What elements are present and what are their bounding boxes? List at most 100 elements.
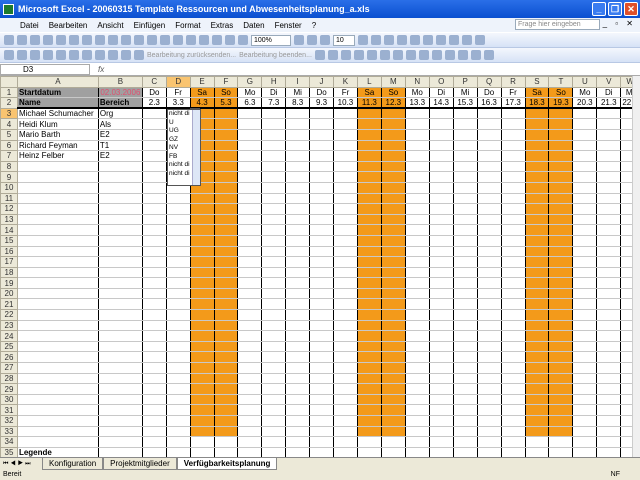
availability-cell[interactable]: [165, 298, 191, 311]
availability-cell[interactable]: [356, 139, 382, 152]
availability-cell[interactable]: [309, 118, 334, 130]
availability-cell[interactable]: [548, 118, 574, 130]
availability-cell[interactable]: [572, 234, 598, 247]
availability-cell[interactable]: [213, 383, 239, 395]
row-header-12[interactable]: 12: [0, 203, 18, 215]
toolbar-icon[interactable]: [475, 35, 485, 45]
cell[interactable]: [16, 436, 99, 448]
availability-cell[interactable]: [476, 139, 502, 152]
availability-cell[interactable]: [309, 415, 334, 427]
availability-cell[interactable]: [476, 150, 502, 162]
availability-cell[interactable]: [285, 150, 311, 162]
availability-cell[interactable]: [404, 139, 430, 152]
availability-cell[interactable]: [189, 393, 215, 406]
availability-cell[interactable]: [548, 404, 574, 416]
availability-cell[interactable]: [285, 171, 311, 183]
availability-cell[interactable]: [452, 118, 478, 130]
toolbar-icon[interactable]: [212, 35, 222, 45]
availability-cell[interactable]: [596, 351, 622, 364]
toolbar-icon[interactable]: [43, 50, 53, 60]
availability-cell[interactable]: [572, 330, 598, 342]
availability-cell[interactable]: [285, 224, 311, 236]
availability-cell[interactable]: [548, 415, 574, 427]
availability-cell[interactable]: [309, 436, 334, 448]
availability-cell[interactable]: [356, 277, 382, 289]
availability-cell[interactable]: [213, 436, 239, 448]
availability-cell[interactable]: [261, 128, 287, 141]
toolbar-icon[interactable]: [431, 50, 442, 60]
availability-cell[interactable]: [213, 213, 239, 226]
availability-cell[interactable]: [309, 128, 334, 141]
availability-cell[interactable]: [548, 309, 574, 321]
availability-cell[interactable]: [380, 128, 406, 141]
availability-cell[interactable]: [428, 160, 454, 173]
availability-cell[interactable]: [452, 383, 478, 395]
availability-cell[interactable]: [428, 383, 454, 395]
availability-cell[interactable]: [572, 425, 598, 438]
availability-cell[interactable]: [524, 393, 550, 406]
availability-cell[interactable]: [285, 181, 311, 194]
availability-cell[interactable]: [428, 415, 454, 427]
availability-cell[interactable]: [261, 425, 287, 438]
availability-cell[interactable]: [428, 234, 454, 247]
availability-cell[interactable]: [141, 351, 167, 364]
toolbar-icon[interactable]: [470, 50, 481, 60]
row-header-30[interactable]: 30: [0, 393, 18, 406]
person-name-cell[interactable]: Heinz Felber: [16, 150, 99, 162]
availability-cell[interactable]: [261, 266, 287, 279]
sheet-tab-1[interactable]: Projektmitglieder: [103, 458, 177, 470]
availability-cell[interactable]: [237, 340, 263, 353]
availability-cell[interactable]: [428, 362, 454, 374]
toolbar-icon[interactable]: [108, 35, 118, 45]
availability-cell[interactable]: [356, 436, 382, 448]
availability-cell[interactable]: [237, 150, 263, 162]
availability-cell[interactable]: [524, 404, 550, 416]
availability-cell[interactable]: [285, 404, 311, 416]
availability-cell[interactable]: [428, 351, 454, 364]
row-header-11[interactable]: 11: [0, 192, 18, 205]
toolbar-icon[interactable]: [147, 35, 157, 45]
availability-cell[interactable]: [189, 192, 215, 205]
toolbar-icon[interactable]: [199, 35, 209, 45]
availability-cell[interactable]: [333, 171, 358, 183]
availability-cell[interactable]: [261, 277, 287, 289]
column-header-J[interactable]: J: [309, 76, 334, 88]
availability-cell[interactable]: [333, 234, 358, 247]
availability-cell[interactable]: [213, 224, 239, 236]
vertical-scrollbar[interactable]: [632, 76, 640, 457]
availability-cell[interactable]: [524, 192, 550, 205]
availability-cell[interactable]: [165, 256, 191, 268]
availability-cell[interactable]: [165, 234, 191, 247]
availability-cell[interactable]: [356, 287, 382, 300]
availability-cell[interactable]: [333, 383, 358, 395]
availability-cell[interactable]: [404, 203, 430, 215]
availability-cell[interactable]: [596, 256, 622, 268]
availability-cell[interactable]: [500, 330, 526, 342]
availability-cell[interactable]: [309, 192, 334, 205]
availability-cell[interactable]: [380, 362, 406, 374]
availability-cell[interactable]: [404, 372, 430, 385]
availability-cell[interactable]: [141, 128, 167, 141]
availability-cell[interactable]: [452, 171, 478, 183]
availability-cell[interactable]: [404, 266, 430, 279]
availability-cell[interactable]: [333, 404, 358, 416]
toolbar-icon[interactable]: [457, 50, 468, 60]
availability-cell[interactable]: [237, 256, 263, 268]
availability-cell[interactable]: [596, 319, 622, 332]
availability-cell[interactable]: [141, 107, 167, 120]
menu-item-1[interactable]: Bearbeiten: [49, 21, 88, 30]
availability-cell[interactable]: [380, 393, 406, 406]
availability-cell[interactable]: [548, 192, 574, 205]
availability-cell[interactable]: [356, 340, 382, 353]
availability-cell[interactable]: [189, 372, 215, 385]
availability-cell[interactable]: [285, 436, 311, 448]
availability-cell[interactable]: [285, 383, 311, 395]
toolbar-icon[interactable]: [4, 35, 14, 45]
cell[interactable]: [16, 160, 99, 173]
toolbar-icon[interactable]: [340, 50, 351, 60]
availability-cell[interactable]: [380, 213, 406, 226]
availability-cell[interactable]: [213, 234, 239, 247]
availability-cell[interactable]: [213, 192, 239, 205]
availability-cell[interactable]: [165, 425, 191, 438]
cell[interactable]: [16, 224, 99, 236]
